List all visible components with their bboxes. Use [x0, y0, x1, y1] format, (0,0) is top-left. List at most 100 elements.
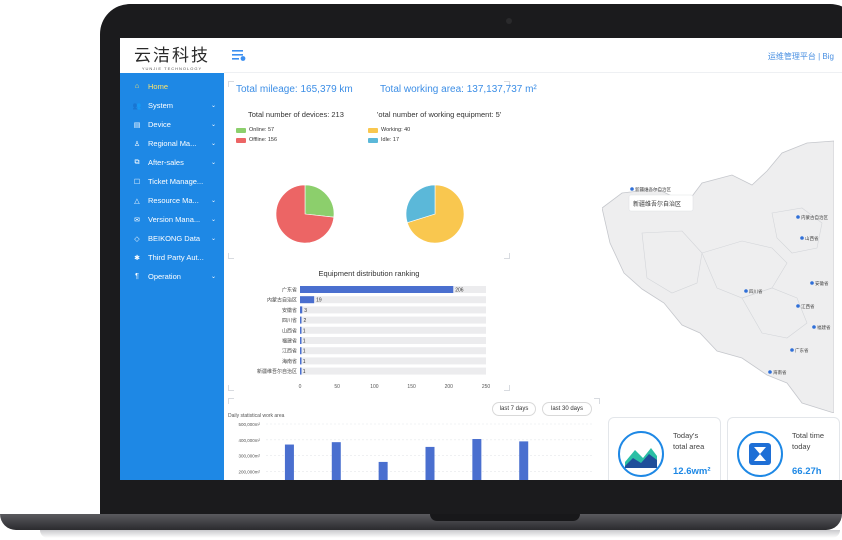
map-point: [796, 215, 800, 219]
sidebar-item-regional[interactable]: ♙ Regional Ma... ⌄: [120, 134, 224, 153]
bar: [472, 439, 482, 480]
chevron-down-icon: ⌄: [210, 236, 216, 242]
data-label: 1: [303, 339, 306, 345]
pie-slice-online: [304, 184, 335, 218]
sidebar-item-beikong[interactable]: ◇ BEIKONG Data ⌄: [120, 229, 224, 248]
bar: [300, 316, 302, 324]
bar-track: [300, 306, 486, 314]
aftersales-icon: ⧉: [134, 158, 140, 166]
category-label: 江西省: [282, 348, 297, 355]
bar-track: [300, 357, 486, 365]
brand-logo[interactable]: 云洁科技 YUNJIE TECHNOLOGY: [120, 38, 224, 73]
sidebar-item-system[interactable]: 👥 System ⌄: [120, 96, 224, 115]
x-tick-label: 250: [482, 384, 491, 390]
laptop-base: [0, 514, 842, 530]
sidebar-item-label: After-sales: [148, 158, 184, 167]
sidebar-item-label: System: [148, 101, 174, 110]
platform-title-link[interactable]: 运维管理平台 | Big: [768, 51, 834, 62]
legend-swatch: [368, 137, 378, 143]
map-point-label: 山西省: [805, 235, 819, 242]
map-point: [810, 281, 814, 285]
sidebar-item-label: Resource Ma...: [148, 196, 199, 205]
sidebar-item-thirdparty[interactable]: ✱ Third Party Aut...: [120, 248, 224, 267]
data-label: 19: [316, 298, 322, 304]
legend-label: Idle: 17: [381, 137, 400, 143]
sidebar-item-aftersales[interactable]: ⧉ After-sales ⌄: [120, 153, 224, 172]
home-icon: ⌂: [134, 83, 140, 90]
total-time-label-1: Total time: [792, 431, 825, 440]
bar: [378, 461, 388, 480]
sidebar-item-label: Device: [148, 120, 171, 129]
laptop-notch: [430, 514, 580, 521]
map-point: [630, 187, 634, 191]
x-tick-label: 100: [370, 384, 379, 390]
sidebar-item-home[interactable]: ⌂ Home: [120, 77, 224, 96]
today-area-value: 12.6wm²: [673, 466, 711, 477]
bar: [300, 367, 302, 375]
panel-corner: [504, 385, 510, 391]
panel-corner: [228, 253, 234, 259]
bar-track: [300, 296, 486, 304]
ticket-icon: ☐: [133, 178, 141, 186]
sidebar-item-operation[interactable]: ¶ Operation ⌄: [120, 267, 224, 286]
equipment-title: 'otal number of working equipment: 5': [377, 110, 502, 119]
laptop-mockup: 云洁科技 YUNJIE TECHNOLOGY 运维管理平台 | Big ⌂ Hom…: [0, 0, 842, 540]
map-point-label: 福建省: [817, 324, 831, 331]
sidebar-item-label: Version Mana...: [148, 215, 201, 224]
devices-pie-chart: [275, 184, 335, 244]
legend-idle[interactable]: Idle: 17: [368, 137, 399, 143]
ranking-chart-title: Equipment distribution ranking: [319, 269, 420, 278]
sidebar-item-version[interactable]: ✉ Version Mana... ⌄: [120, 210, 224, 229]
daily-work-area-chart: Daily statistical work area 500,000m² 400,…: [228, 413, 594, 480]
operation-icon: ¶: [135, 273, 139, 280]
legend-label: Online: 57: [249, 127, 275, 133]
total-time-label-2: today: [792, 442, 811, 451]
today-area-label-1: Today's: [673, 431, 699, 440]
chevron-down-icon: ⌄: [210, 198, 216, 204]
legend-swatch: [236, 137, 246, 143]
y-tick-label: 500,000m²: [238, 422, 260, 427]
category-label: 安徽省: [282, 307, 297, 314]
chevron-down-icon: ⌄: [210, 274, 216, 280]
bar-track: [300, 337, 486, 344]
sidebar-item-device[interactable]: ▤ Device ⌄: [120, 115, 224, 134]
map-point-label: 广东省: [795, 347, 809, 354]
daily-chart-title: Daily statistical work area: [228, 413, 285, 419]
bar: [425, 446, 435, 480]
sidebar-item-ticket[interactable]: ☐ Ticket Manage...: [120, 172, 224, 191]
menu-toggle-icon[interactable]: [232, 49, 246, 61]
map-point: [812, 325, 816, 329]
bar-track: [300, 367, 486, 375]
chevron-down-icon: ⌄: [210, 141, 216, 147]
bar-track: [300, 347, 486, 355]
panel-corner: [504, 253, 510, 259]
map-point: [790, 348, 794, 352]
sidebar-item-label: Operation: [148, 272, 181, 281]
people-icon: 👥: [132, 102, 142, 110]
category-label: 新疆维吾尔自治区: [257, 368, 297, 375]
legend-offline[interactable]: Offline: 156: [236, 137, 277, 143]
sidebar-item-label: Ticket Manage...: [148, 177, 204, 186]
logo-subtext: YUNJIE TECHNOLOGY: [141, 65, 203, 71]
x-tick-label: 200: [445, 384, 454, 390]
legend-label: Working: 40: [381, 127, 411, 133]
laptop-shadow: [40, 530, 840, 538]
third-party-icon: ✱: [134, 254, 140, 262]
legend-online[interactable]: Online: 57: [236, 127, 274, 133]
area-chart-icon: [618, 431, 664, 477]
bar: [300, 296, 315, 304]
x-tick-label: 0: [299, 384, 302, 390]
sidebar-item-resource[interactable]: △ Resource Ma... ⌄: [120, 191, 224, 210]
bar: [284, 444, 294, 480]
china-map[interactable]: 新疆维吾尔自治区 新疆维吾尔自治区内蒙古自治区山西省安徽省四川省江西省福建省广东…: [602, 113, 834, 413]
bar: [300, 337, 302, 344]
category-label: 四川省: [282, 317, 297, 324]
map-point-label: 海南省: [773, 369, 787, 376]
map-point-label: 内蒙古自治区: [801, 214, 828, 221]
data-label: 206: [455, 288, 464, 294]
legend-working[interactable]: Working: 40: [368, 127, 410, 133]
legend-swatch: [368, 127, 378, 133]
chevron-down-icon: ⌄: [210, 103, 216, 109]
map-point: [768, 370, 772, 374]
map-point: [796, 304, 800, 308]
